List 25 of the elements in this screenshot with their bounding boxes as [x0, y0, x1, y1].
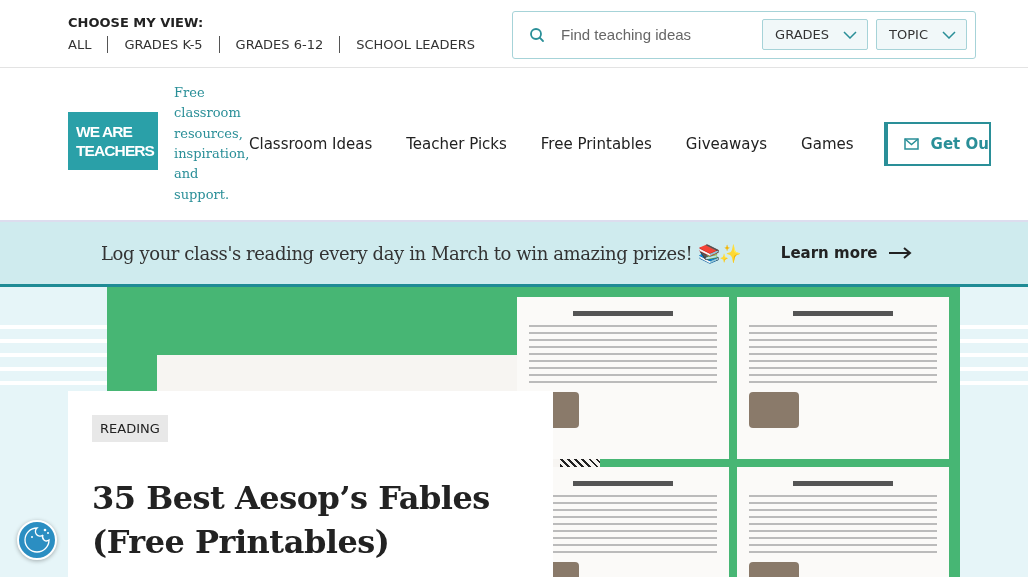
filter-dropdown[interactable]: GRADES — [762, 19, 869, 50]
cookie-settings-button[interactable] — [17, 520, 57, 560]
view-link[interactable]: GRADES 6-12 — [218, 35, 340, 53]
nav-link[interactable]: Giveaways — [685, 135, 768, 153]
nav-link[interactable]: Free Printables — [540, 135, 652, 153]
view-label: CHOOSE MY VIEW: — [68, 14, 205, 30]
arrow-right-icon — [887, 247, 912, 259]
envelope-icon — [903, 138, 919, 150]
chevron-down-icon — [942, 30, 956, 39]
filter-dropdown[interactable]: TOPIC — [876, 19, 967, 50]
cookie-icon — [23, 526, 51, 554]
nav-link[interactable]: Classroom Ideas — [249, 135, 373, 153]
category-tag[interactable]: READING — [92, 415, 168, 442]
search-icon — [529, 26, 545, 43]
tagline: Free classroom resources, inspiration, and support. — [174, 84, 250, 204]
article-title[interactable]: 35 Best Aesop’s Fables (Free Printables) — [92, 476, 529, 564]
learn-more-link[interactable]: Learn more — [780, 244, 912, 262]
view-link[interactable]: ALL — [68, 35, 108, 53]
view-link[interactable]: SCHOOL LEADERS — [339, 35, 491, 53]
nav-link[interactable]: Teacher Picks — [406, 135, 507, 153]
newsletter-button[interactable]: Get Ou — [883, 122, 991, 166]
banner-text: Log your class's reading every day in March to win amazing prizes! 📚✨ — [101, 242, 741, 264]
nav-link[interactable]: Games — [801, 135, 854, 153]
chevron-down-icon — [843, 30, 858, 39]
view-link[interactable]: GRADES K-5 — [107, 35, 219, 53]
